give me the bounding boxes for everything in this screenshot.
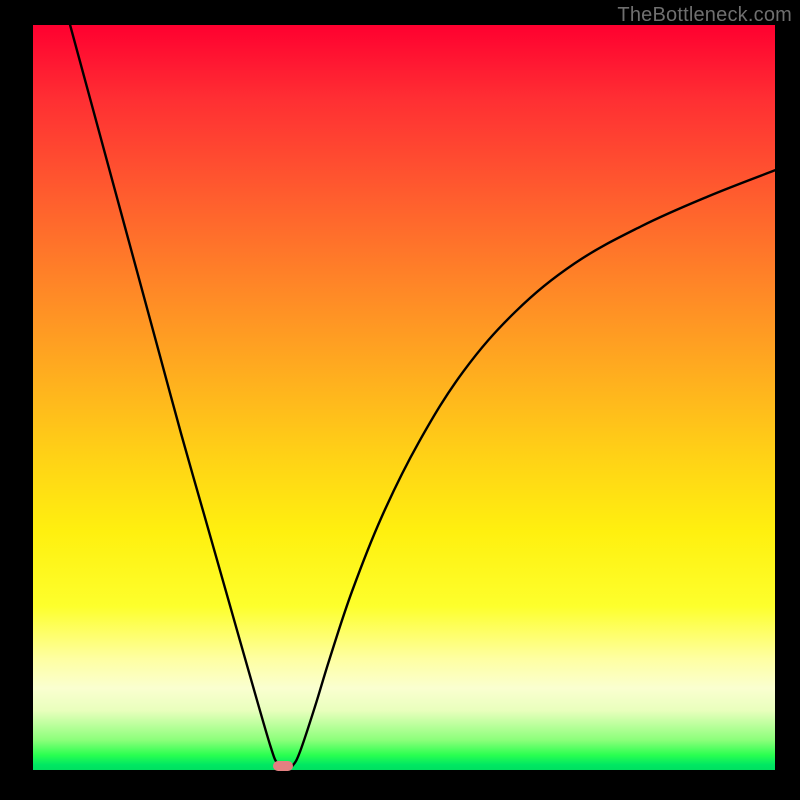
watermark-text: TheBottleneck.com — [617, 4, 792, 27]
bottleneck-curve-path — [70, 25, 775, 770]
chart-plot-area — [33, 25, 775, 770]
curve-svg — [33, 25, 775, 770]
minimum-marker — [273, 761, 293, 771]
chart-frame: TheBottleneck.com — [0, 0, 800, 800]
